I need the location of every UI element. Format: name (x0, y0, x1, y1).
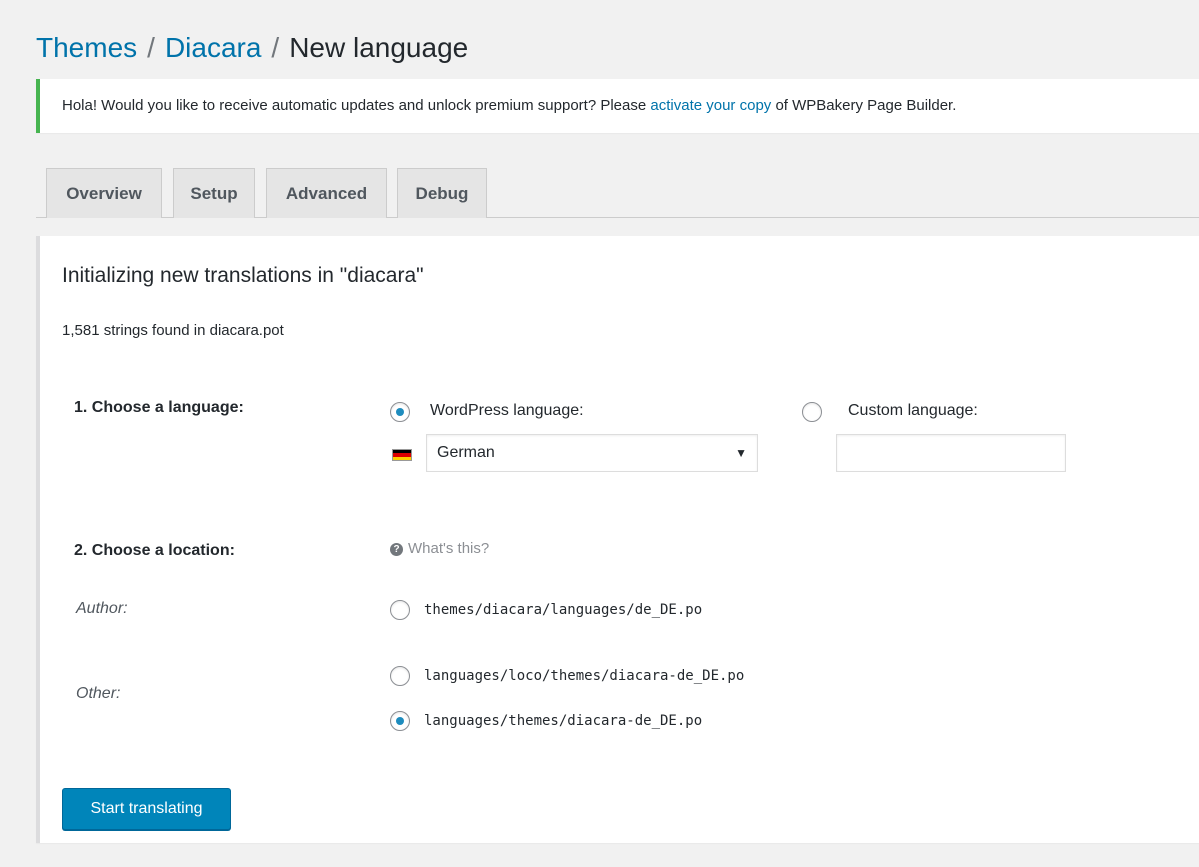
wordpress-language-radio[interactable] (390, 402, 410, 422)
breadcrumb-separator: / (147, 32, 155, 63)
germany-flag-icon (392, 449, 412, 461)
author-path: themes/diacara/languages/de_DE.po (424, 602, 703, 618)
new-language-panel: Initializing new translations in "diacar… (36, 236, 1199, 843)
author-label: Author: (76, 600, 128, 617)
breadcrumb-themes-link[interactable]: Themes (36, 32, 137, 63)
start-translating-button[interactable]: Start translating (62, 788, 231, 830)
choose-location-label: 2. Choose a location: (74, 542, 235, 559)
language-select[interactable]: German ▼ (426, 434, 758, 472)
selected-language: German (437, 444, 495, 461)
other-path-2: languages/themes/diacara-de_DE.po (424, 713, 703, 729)
tab-debug[interactable]: Debug (397, 168, 487, 218)
tab-setup[interactable]: Setup (173, 168, 255, 218)
panel-title: Initializing new translations in "diacar… (62, 264, 424, 287)
whats-this-help[interactable]: ? What's this? (390, 540, 489, 557)
page-title: New language (289, 32, 469, 63)
update-notice: Hola! Would you like to receive automati… (36, 79, 1199, 133)
notice-text-before: Hola! Would you like to receive automati… (62, 97, 651, 114)
breadcrumb: Themes / Diacara / New language (36, 28, 468, 68)
breadcrumb-theme-link[interactable]: Diacara (165, 32, 261, 63)
triangle-down-icon: ▼ (735, 446, 747, 460)
wordpress-language-label: WordPress language: (430, 402, 584, 419)
breadcrumb-separator: / (271, 32, 280, 63)
activate-copy-link[interactable]: activate your copy (650, 97, 771, 114)
question-circle-icon: ? (390, 543, 403, 556)
other-path-1: languages/loco/themes/diacara-de_DE.po (424, 668, 745, 684)
other-label: Other: (76, 685, 121, 702)
strings-count: 1,581 strings found in diacara.pot (62, 322, 284, 339)
notice-text-after: of WPBakery Page Builder. (771, 97, 957, 114)
choose-language-label: 1. Choose a language: (74, 399, 244, 416)
tab-advanced[interactable]: Advanced (266, 168, 387, 218)
custom-language-radio[interactable] (802, 402, 822, 422)
other-location-radio-2[interactable] (390, 711, 410, 731)
custom-language-label: Custom language: (848, 402, 978, 419)
other-location-radio-1[interactable] (390, 666, 410, 686)
tab-overview[interactable]: Overview (46, 168, 162, 218)
custom-language-input[interactable] (836, 434, 1066, 472)
whats-this-text: What's this? (408, 540, 490, 557)
author-location-radio[interactable] (390, 600, 410, 620)
